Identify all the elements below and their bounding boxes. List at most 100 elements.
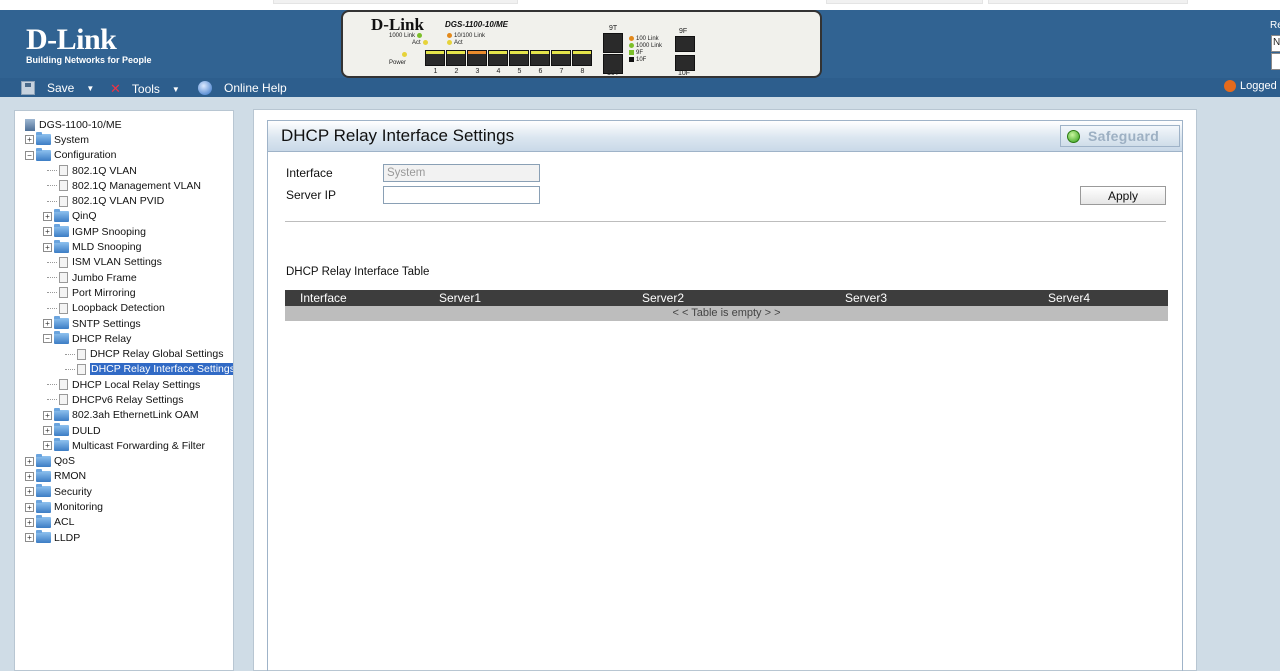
top-strip-segment xyxy=(273,0,518,4)
browser-top-strip xyxy=(0,0,1280,10)
expand-icon[interactable]: + xyxy=(43,426,52,436)
page-icon xyxy=(59,180,68,192)
tree-item-configuration[interactable]: − Configuration xyxy=(15,147,233,163)
dropdown-arrow-icon: ▼ xyxy=(171,84,180,94)
port-9t[interactable] xyxy=(603,33,623,53)
tree-item-acl[interactable]: + ACL xyxy=(15,514,233,530)
port[interactable] xyxy=(551,50,571,66)
column-header-server1: Server1 xyxy=(439,291,482,305)
header-right-select[interactable]: N xyxy=(1271,35,1280,52)
page-icon xyxy=(59,256,68,268)
page-icon xyxy=(77,348,86,360)
tree-item-dhcp-relay-global[interactable]: DHCP Relay Global Settings xyxy=(15,346,233,361)
toolbar: Save ▼ ✕ Tools ▼ Online Help Logged xyxy=(0,78,1280,97)
page-icon xyxy=(77,363,86,375)
save-menu[interactable]: Save ▼ xyxy=(21,81,94,95)
tree-root-label: DGS-1100-10/ME xyxy=(39,118,122,131)
folder-icon xyxy=(36,484,51,498)
page-icon xyxy=(59,287,68,299)
content-box: DHCP Relay Interface Settings Safeguard … xyxy=(267,120,1183,671)
tree-item-rmon[interactable]: + RMON xyxy=(15,468,233,484)
port-number: 6 xyxy=(538,68,543,75)
expand-icon[interactable]: + xyxy=(25,502,34,512)
logged-label: Logged xyxy=(1240,80,1277,92)
expand-icon[interactable]: + xyxy=(25,487,34,497)
expand-icon[interactable]: + xyxy=(43,242,52,252)
tree-item-mld-snooping[interactable]: + MLD Snooping xyxy=(15,239,233,254)
tree-item-dhcpv6-relay[interactable]: DHCPv6 Relay Settings xyxy=(15,392,233,407)
expand-icon[interactable]: + xyxy=(25,533,34,543)
tree-item-monitoring[interactable]: + Monitoring xyxy=(15,499,233,514)
tree-root[interactable]: DGS-1100-10/ME xyxy=(15,117,233,132)
label-10f: 10F xyxy=(678,70,691,77)
header-right-input[interactable] xyxy=(1271,53,1280,70)
expand-icon[interactable]: + xyxy=(43,441,52,451)
port-number: 2 xyxy=(454,68,459,75)
tree-item-system[interactable]: + System xyxy=(15,132,233,147)
expand-icon[interactable]: + xyxy=(25,517,34,527)
expand-icon[interactable]: + xyxy=(43,227,52,237)
port-10f[interactable] xyxy=(675,55,695,71)
tree-item-management-vlan[interactable]: 802.1Q Management VLAN xyxy=(15,178,233,193)
dlink-logo: D-Link Building Networks for People xyxy=(26,25,152,66)
port-numbers: 1 2 3 4 5 6 7 8 xyxy=(425,68,593,75)
port[interactable] xyxy=(488,50,508,66)
header: D-Link Building Networks for People D-Li… xyxy=(0,10,1280,78)
label-10t: 10T xyxy=(607,70,620,77)
port[interactable] xyxy=(530,50,550,66)
tree-item-port-mirroring[interactable]: Port Mirroring xyxy=(15,285,233,300)
tree-item-security[interactable]: + Security xyxy=(15,484,233,499)
power-led xyxy=(398,52,409,59)
tree-item-duld[interactable]: + DULD xyxy=(15,423,233,438)
page-icon xyxy=(59,302,68,314)
tree-item-dhcp-relay-interface[interactable]: DHCP Relay Interface Settings xyxy=(15,362,233,377)
tree-item-vlan-pvid[interactable]: 802.1Q VLAN PVID xyxy=(15,193,233,208)
port[interactable] xyxy=(467,50,487,66)
label-9t: 9T xyxy=(609,25,618,32)
tree-item-multicast-filter[interactable]: + Multicast Forwarding & Filter xyxy=(15,438,233,453)
safeguard-badge: Safeguard xyxy=(1060,125,1180,147)
server-ip-input[interactable] xyxy=(383,186,540,204)
port[interactable] xyxy=(572,50,592,66)
tree-item-lldp[interactable]: + LLDP xyxy=(15,530,233,545)
legend-10f: 10F xyxy=(627,57,646,64)
page-icon xyxy=(59,165,68,177)
expand-icon[interactable]: + xyxy=(43,319,52,328)
column-header-server3: Server3 xyxy=(845,291,888,305)
device-brand: D-Link xyxy=(371,15,424,34)
port[interactable] xyxy=(425,50,445,66)
tree-item-qinq[interactable]: + QinQ xyxy=(15,208,233,224)
tree-item-ism-vlan[interactable]: ISM VLAN Settings xyxy=(15,255,233,270)
online-help-link[interactable]: Online Help xyxy=(198,81,287,95)
tree-item-dhcp-relay[interactable]: − DHCP Relay xyxy=(15,331,233,346)
column-header-server4: Server4 xyxy=(1048,291,1091,305)
apply-button[interactable]: Apply xyxy=(1080,186,1166,205)
tree-item-dhcp-local-relay[interactable]: DHCP Local Relay Settings xyxy=(15,377,233,392)
column-header-interface: Interface xyxy=(300,291,347,305)
tree-item-jumbo-frame[interactable]: Jumbo Frame xyxy=(15,270,233,285)
expand-icon[interactable]: + xyxy=(43,410,52,420)
expand-icon[interactable]: + xyxy=(25,456,34,466)
tools-menu[interactable]: ✕ Tools ▼ xyxy=(110,81,180,97)
port[interactable] xyxy=(446,50,466,66)
collapse-icon[interactable]: − xyxy=(25,150,34,160)
logged-status: Logged xyxy=(1224,80,1277,92)
tree-item-qos[interactable]: + QoS xyxy=(15,453,233,469)
header-right-label: Re xyxy=(1270,20,1280,31)
collapse-icon[interactable]: − xyxy=(43,334,52,344)
expand-icon[interactable]: + xyxy=(25,471,34,481)
page-icon xyxy=(59,272,68,284)
folder-icon xyxy=(36,132,51,146)
tree-item-igmp-snooping[interactable]: + IGMP Snooping xyxy=(15,224,233,239)
port[interactable] xyxy=(509,50,529,66)
port-9f[interactable] xyxy=(675,36,695,52)
tree-item-sntp-settings[interactable]: + SNTP Settings xyxy=(15,316,233,331)
tree-item-ethernet-oam[interactable]: + 802.3ah EthernetLink OAM xyxy=(15,407,233,423)
tree-item-loopback-detection[interactable]: Loopback Detection xyxy=(15,301,233,316)
port-number: 3 xyxy=(475,68,480,75)
expand-icon[interactable]: + xyxy=(43,211,52,221)
dropdown-arrow-icon: ▼ xyxy=(86,83,95,93)
online-help-label: Online Help xyxy=(224,81,287,95)
tree-item-802-1q-vlan[interactable]: 802.1Q VLAN xyxy=(15,163,233,178)
expand-icon[interactable]: + xyxy=(25,135,34,145)
